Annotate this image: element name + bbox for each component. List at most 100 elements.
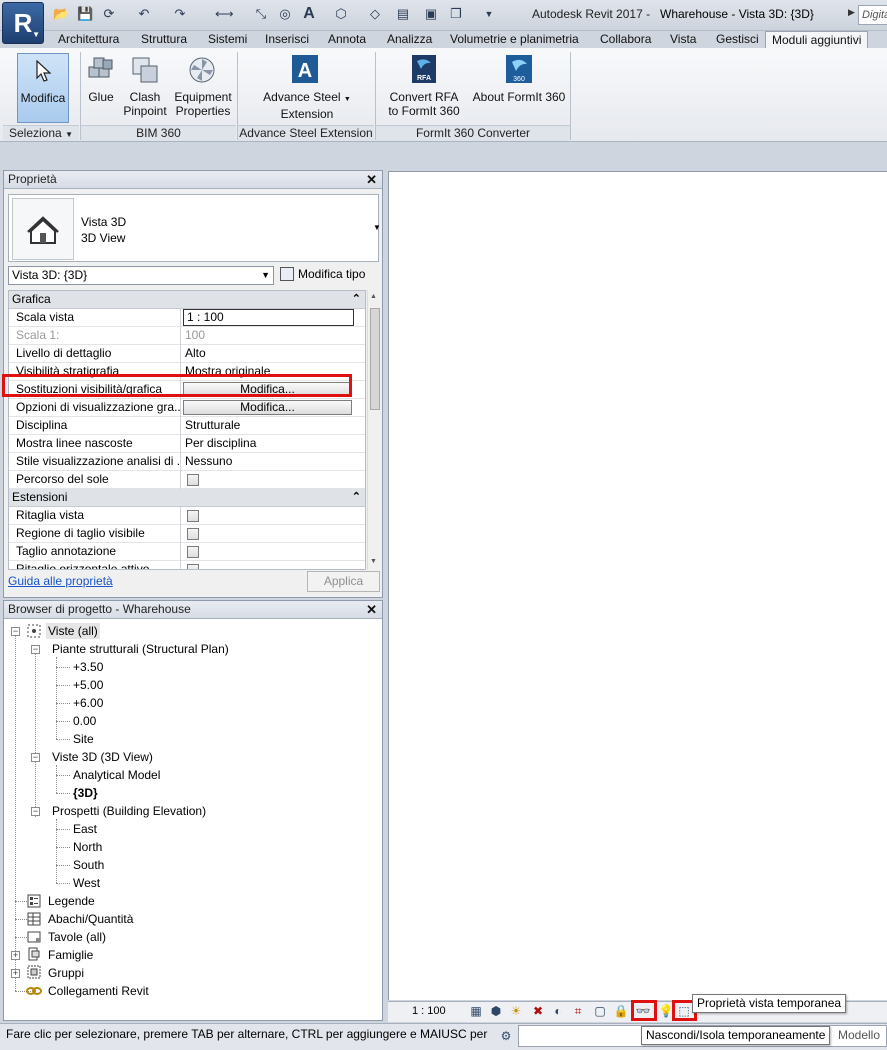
prop-row[interactable]: Livello di dettaglio Alto xyxy=(9,345,365,363)
modifica-button[interactable]: Modifica xyxy=(17,53,69,123)
display-options-edit-button[interactable]: Modifica... xyxy=(183,400,352,415)
apply-button[interactable]: Applica xyxy=(307,571,380,592)
dimension-icon[interactable]: ⤡ xyxy=(253,6,269,22)
tree-node-plan[interactable]: 0.00 xyxy=(73,713,96,729)
scroll-thumb[interactable] xyxy=(370,308,380,410)
edit-type-button[interactable]: Modifica tipo xyxy=(280,266,380,285)
glue-icon[interactable] xyxy=(86,55,116,85)
tab-annota[interactable]: Annota xyxy=(322,31,372,48)
tag-icon[interactable]: ◎ xyxy=(277,6,293,22)
tab-gestisci[interactable]: Gestisci xyxy=(710,31,765,48)
worksets-icon[interactable]: ⚙ xyxy=(498,1028,514,1044)
detail-level-icon[interactable]: ▦ xyxy=(468,1003,484,1019)
save-icon[interactable]: 💾 xyxy=(77,6,93,22)
tree-node-revit-links[interactable]: Collegamenti Revit xyxy=(48,983,149,999)
tree-node-elevation[interactable]: North xyxy=(73,839,102,855)
3d-view-icon[interactable]: ⬡ xyxy=(333,6,349,22)
clash-pinpoint-icon[interactable] xyxy=(130,55,160,85)
tree-node-3d-view-active[interactable]: {3D} xyxy=(73,785,98,801)
type-selector[interactable]: Vista 3D 3D View ▼ xyxy=(8,194,381,262)
tree-node-legends[interactable]: Legende xyxy=(48,893,95,909)
equipment-properties-label[interactable]: Equipment Properties xyxy=(170,90,236,118)
instance-filter-select[interactable]: Vista 3D: {3D} ▼ xyxy=(8,266,274,285)
drawing-canvas[interactable] xyxy=(388,171,887,1000)
view-scale[interactable]: 1 : 100 xyxy=(412,1005,446,1017)
group-estensioni[interactable]: Estensioni ⌃ xyxy=(9,489,365,507)
search-input[interactable]: Digita xyxy=(858,5,887,25)
tree-node-plan[interactable]: +6.00 xyxy=(73,695,103,711)
collapse-icon[interactable]: − xyxy=(31,645,40,654)
tab-inserisci[interactable]: Inserisci xyxy=(259,31,315,48)
prop-row[interactable]: Taglio annotazione xyxy=(9,543,365,561)
visual-style-icon[interactable]: ⬢ xyxy=(488,1003,504,1019)
close-hidden-icon[interactable]: ▣ xyxy=(423,6,439,22)
prop-row[interactable]: Scala vista 1 : 100 xyxy=(9,309,365,327)
crop-view-icon[interactable]: ⌗ xyxy=(570,1003,586,1019)
scroll-up-icon[interactable]: ▲ xyxy=(370,293,377,300)
expand-icon[interactable]: + xyxy=(11,951,20,960)
prop-row[interactable]: Stile visualizzazione analisi di ... Ness… xyxy=(9,453,365,471)
chevron-down-icon[interactable]: ▼ xyxy=(373,223,381,232)
chevron-right-icon[interactable]: ▶ xyxy=(848,7,855,18)
prop-row[interactable]: Ritaglio orizzontale attivo xyxy=(9,561,365,569)
tree-node-3d-view[interactable]: Analytical Model xyxy=(73,767,160,783)
tree-node-plan[interactable]: +3.50 xyxy=(73,659,103,675)
tree-node-structural-plans[interactable]: Piante strutturali (Structural Plan) xyxy=(52,641,229,657)
tab-analizza[interactable]: Analizza xyxy=(381,31,438,48)
properties-scrollbar[interactable]: ▲ ▼ xyxy=(367,290,381,570)
tab-struttura[interactable]: Struttura xyxy=(135,31,193,48)
undo-icon[interactable]: ↶ xyxy=(136,6,152,22)
tree-node-elevation[interactable]: East xyxy=(73,821,97,837)
measure-icon[interactable]: ⟷ xyxy=(215,6,234,22)
section-icon[interactable]: ◇ xyxy=(367,6,383,22)
checkbox[interactable] xyxy=(187,510,199,522)
tab-moduli-aggiuntivi[interactable]: Moduli aggiuntivi xyxy=(765,31,869,49)
group-grafica[interactable]: Grafica ⌃ xyxy=(9,291,365,309)
prop-row[interactable]: Opzioni di visualizzazione gra... Modific… xyxy=(9,399,365,417)
lock-view-icon[interactable]: 🔒 xyxy=(613,1003,629,1019)
tree-node-elevations[interactable]: Prospetti (Building Elevation) xyxy=(52,803,206,819)
tree-node-plan[interactable]: +5.00 xyxy=(73,677,103,693)
tree-node-groups[interactable]: Gruppi xyxy=(48,965,84,981)
render-icon[interactable]: ◐ xyxy=(550,1003,566,1019)
advance-steel-icon[interactable]: A xyxy=(290,53,320,85)
tab-architettura[interactable]: Architettura xyxy=(52,31,125,48)
tree-node-3d-views[interactable]: Viste 3D (3D View) xyxy=(52,749,153,765)
about-formit-label[interactable]: About FormIt 360 xyxy=(470,90,568,104)
tab-collabora[interactable]: Collabora xyxy=(594,31,657,48)
shadows-icon[interactable]: ✖ xyxy=(530,1003,546,1019)
application-menu-button[interactable]: R ▼ xyxy=(2,2,44,44)
crop-region-icon[interactable]: ▢ xyxy=(592,1003,608,1019)
sun-path-icon[interactable]: ☀ xyxy=(508,1003,524,1019)
switch-windows-icon[interactable]: ❐ xyxy=(448,6,464,22)
thin-lines-icon[interactable]: ▤ xyxy=(395,6,411,22)
open-icon[interactable]: 📂 xyxy=(53,6,69,22)
tab-sistemi[interactable]: Sistemi xyxy=(202,31,253,48)
equipment-properties-icon[interactable] xyxy=(187,55,217,85)
close-icon[interactable]: ✕ xyxy=(366,602,377,618)
prop-row[interactable]: Percorso del sole xyxy=(9,471,365,489)
close-icon[interactable]: ✕ xyxy=(366,172,377,188)
tab-volumetrie[interactable]: Volumetrie e planimetria xyxy=(444,31,585,48)
sync-icon[interactable]: ⟳ xyxy=(101,6,117,22)
seleziona-panel-label[interactable]: Seleziona ▼ xyxy=(3,125,79,141)
expand-icon[interactable]: + xyxy=(11,969,20,978)
checkbox[interactable] xyxy=(187,474,199,486)
tree-node-schedules[interactable]: Abachi/Quantità xyxy=(48,911,133,927)
tree-node-families[interactable]: Famiglie xyxy=(48,947,93,963)
text-icon[interactable]: A xyxy=(301,6,317,22)
tree-node-views[interactable]: Viste (all) xyxy=(46,623,100,639)
prop-row[interactable]: Mostra linee nascoste Per disciplina xyxy=(9,435,365,453)
collapse-icon[interactable]: − xyxy=(31,753,40,762)
properties-help-link[interactable]: Guida alle proprietà xyxy=(8,574,113,588)
collapse-icon[interactable]: − xyxy=(31,807,40,816)
glue-label[interactable]: Glue xyxy=(83,90,119,104)
redo-icon[interactable]: ↷ xyxy=(172,6,188,22)
checkbox[interactable] xyxy=(187,528,199,540)
prop-row[interactable]: Regione di taglio visibile xyxy=(9,525,365,543)
scale-input[interactable]: 1 : 100 xyxy=(183,309,354,326)
advance-steel-label[interactable]: Advance Steel ▼ Extension xyxy=(250,90,364,121)
collapse-icon[interactable]: − xyxy=(11,627,20,636)
clash-pinpoint-label[interactable]: Clash Pinpoint xyxy=(119,90,171,118)
customize-qat-icon[interactable]: ▼ xyxy=(481,6,497,22)
